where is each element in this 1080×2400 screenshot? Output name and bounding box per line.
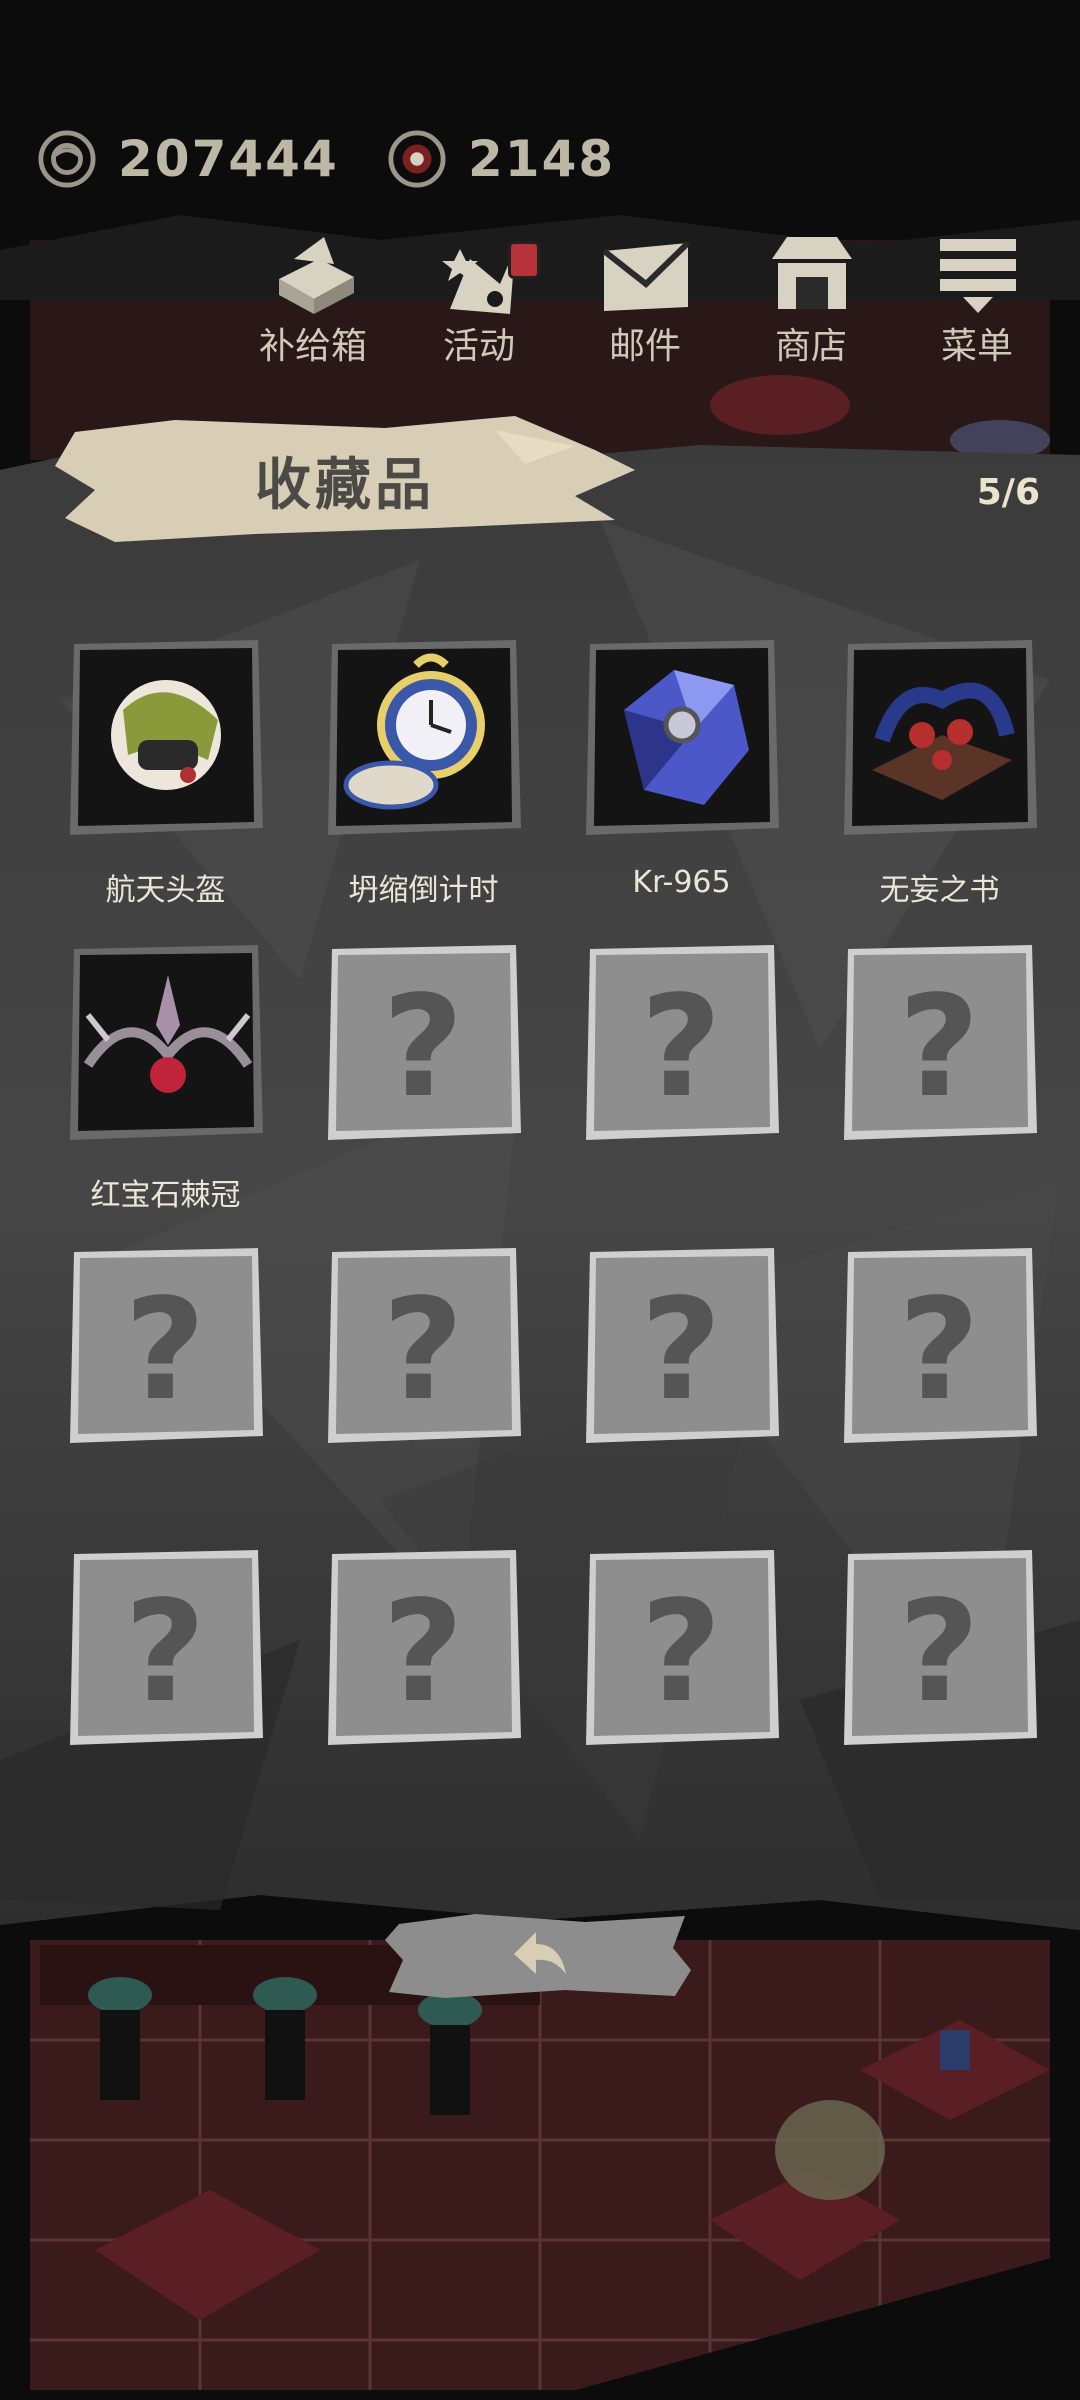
back-button[interactable] xyxy=(385,1910,695,2000)
question-mark-icon: ? xyxy=(382,966,463,1129)
supply-box-icon xyxy=(279,237,354,314)
nav-shop-label: 商店 xyxy=(774,326,847,367)
collection-item-locked[interactable]: ? xyxy=(326,945,521,1140)
collection-item-locked[interactable]: ? xyxy=(326,1550,521,1745)
question-mark-icon: ? xyxy=(640,1571,721,1734)
item-tile: ? xyxy=(586,1550,779,1745)
back-arrow-icon xyxy=(514,1932,566,1974)
event-notification-badge xyxy=(508,241,540,279)
currency-eyes: 2148 xyxy=(388,130,615,188)
nav-menu[interactable]: 菜单 xyxy=(894,225,1060,375)
question-mark-icon: ? xyxy=(898,966,979,1129)
nav-shop[interactable]: 商店 xyxy=(728,225,894,375)
item-tile: ? xyxy=(586,945,779,1140)
space-helmet-icon xyxy=(111,680,221,790)
item-tile xyxy=(844,640,1037,835)
currency-gears-value: 207444 xyxy=(118,130,339,188)
item-tile: ? xyxy=(328,1550,521,1745)
nav-mail-label: 邮件 xyxy=(608,326,681,367)
collection-item[interactable]: 航天头盔 xyxy=(68,640,263,908)
question-mark-icon: ? xyxy=(124,1269,205,1432)
menu-icon xyxy=(940,239,1016,313)
nav-menu-label: 菜单 xyxy=(940,326,1013,367)
collection-item-locked[interactable]: ? xyxy=(584,1248,779,1443)
item-tile xyxy=(586,640,779,835)
question-mark-icon: ? xyxy=(898,1571,979,1734)
main-nav: 补给箱 活动 邮件 商店 菜单 xyxy=(230,225,1060,375)
item-tile: ? xyxy=(844,945,1037,1140)
nav-mail[interactable]: 邮件 xyxy=(562,225,728,375)
collection-item-locked[interactable]: ? xyxy=(842,945,1037,1140)
item-tile: ? xyxy=(70,1248,263,1443)
collection-title-banner: 收藏品 xyxy=(55,410,635,550)
collection-item-name: 无妄之书 xyxy=(879,873,1000,908)
currency-gears: 207444 xyxy=(38,130,339,188)
item-tile: ? xyxy=(844,1248,1037,1443)
question-mark-icon: ? xyxy=(382,1571,463,1734)
collection-item[interactable]: 坍缩倒计时 xyxy=(326,640,521,908)
question-mark-icon: ? xyxy=(640,1269,721,1432)
nav-supply-box[interactable]: 补给箱 xyxy=(230,225,396,375)
mail-icon xyxy=(602,240,691,311)
shop-icon xyxy=(772,237,852,309)
item-tile xyxy=(70,945,263,1140)
collection-item-locked[interactable]: ? xyxy=(326,1248,521,1443)
question-mark-icon: ? xyxy=(640,966,721,1129)
nav-events[interactable]: 活动 xyxy=(396,225,562,375)
item-tile: ? xyxy=(844,1550,1037,1745)
item-tile xyxy=(70,640,263,835)
item-tile: ? xyxy=(70,1550,263,1745)
item-tile xyxy=(328,640,521,835)
collection-item-locked[interactable]: ? xyxy=(584,945,779,1140)
collection-item-locked[interactable]: ? xyxy=(842,1550,1037,1745)
collection-item-locked[interactable]: ? xyxy=(842,1248,1037,1443)
collection-count: 5/6 xyxy=(976,472,1040,513)
collection-item-locked[interactable]: ? xyxy=(584,1550,779,1745)
top-bar: 207444 2148 xyxy=(0,0,1080,230)
collection-item[interactable]: Kr-965 xyxy=(584,640,779,900)
question-mark-icon: ? xyxy=(382,1269,463,1432)
currency-eyes-value: 2148 xyxy=(468,130,616,188)
collection-item-locked[interactable]: ? xyxy=(68,1248,263,1443)
gear-coin-icon xyxy=(38,130,96,188)
eye-coin-icon xyxy=(388,130,446,188)
collection-item[interactable]: 无妄之书 xyxy=(842,640,1037,908)
collection-item[interactable]: 红宝石棘冠 xyxy=(68,945,263,1213)
nav-events-label: 活动 xyxy=(442,326,515,367)
collection-item-locked[interactable]: ? xyxy=(68,1550,263,1745)
nav-supply-label: 补给箱 xyxy=(258,326,367,367)
collection-title: 收藏品 xyxy=(255,452,435,518)
question-mark-icon: ? xyxy=(124,1571,205,1734)
item-tile: ? xyxy=(328,945,521,1140)
question-mark-icon: ? xyxy=(898,1269,979,1432)
item-tile: ? xyxy=(586,1248,779,1443)
collection-item-name: 红宝石棘冠 xyxy=(90,1178,241,1213)
item-tile: ? xyxy=(328,1248,521,1443)
